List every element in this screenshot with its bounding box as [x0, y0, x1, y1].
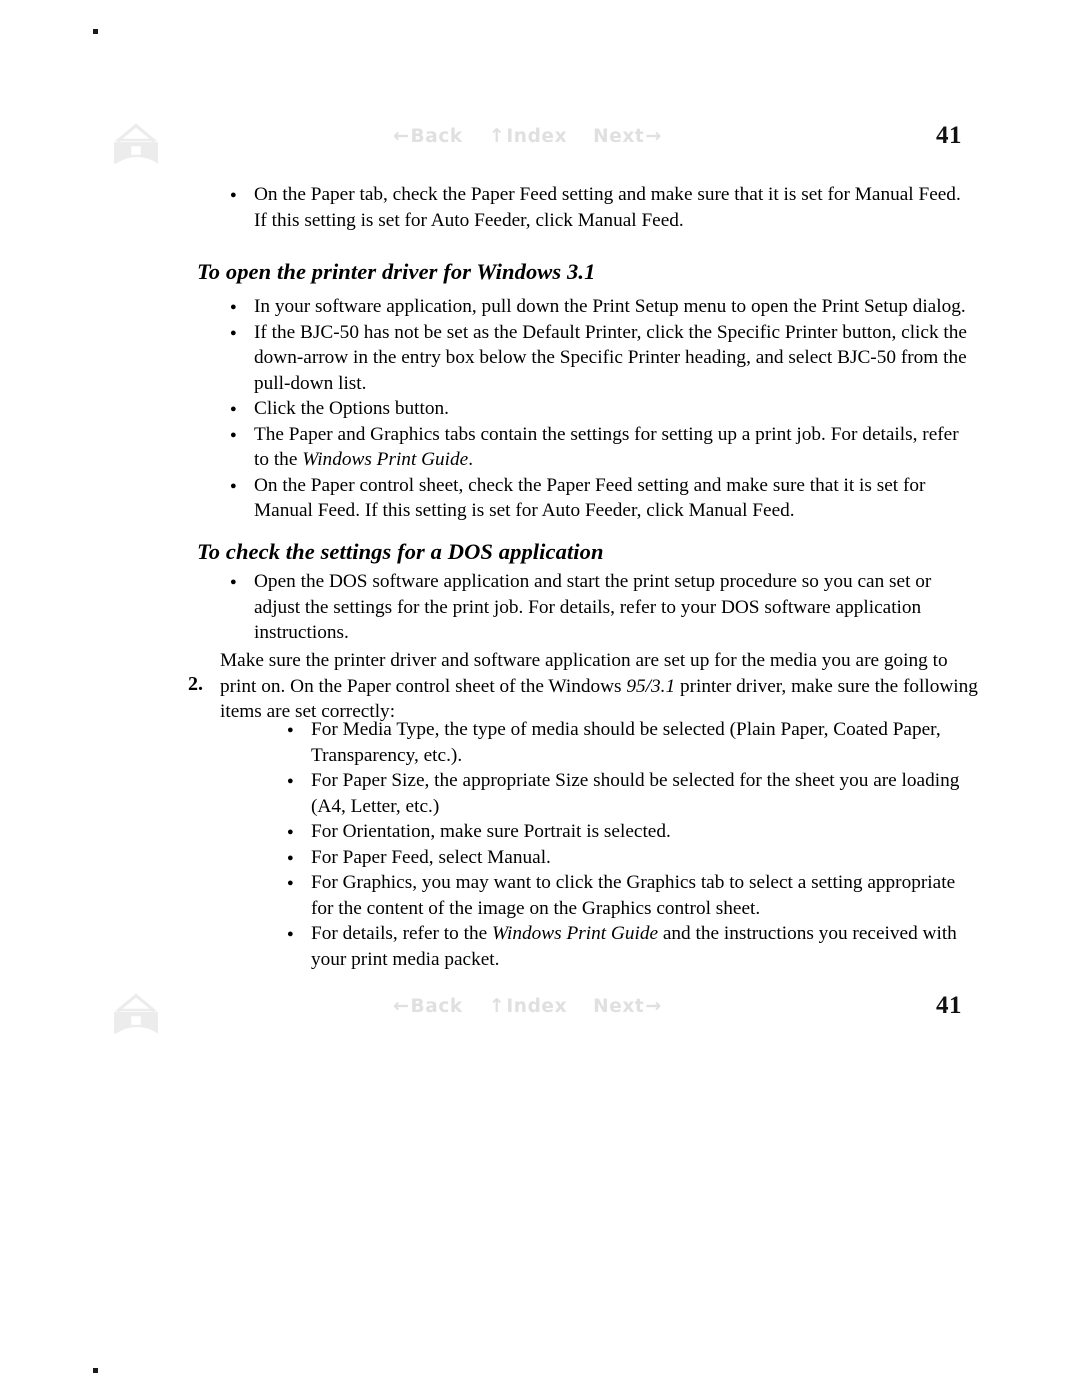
- list-item: Click the Options button.: [228, 396, 968, 422]
- arrow-up-icon: ↑: [488, 995, 506, 1017]
- arrow-right-icon: →: [645, 995, 662, 1017]
- nav-links-top: ← Back ↑ Index Next →: [393, 126, 662, 147]
- windows-print-guide-reference: Windows Print Guide: [302, 449, 469, 470]
- nav-index-button[interactable]: ↑ Index: [489, 996, 567, 1017]
- arrow-left-icon: ←: [393, 995, 410, 1017]
- windows-print-guide-reference: Windows Print Guide: [491, 923, 659, 944]
- list-item-text-post: .: [468, 449, 474, 470]
- navigation-bar-top: ← Back ↑ Index Next → 41: [0, 116, 1080, 172]
- home-icon[interactable]: [112, 993, 160, 1035]
- arrow-up-icon: ↑: [488, 125, 506, 147]
- nav-back-button[interactable]: ← Back: [393, 996, 463, 1017]
- corner-mark-top: [93, 29, 98, 34]
- list-item: For Orientation, make sure Portrait is s…: [285, 819, 975, 845]
- list-item: On the Paper control sheet, check the Pa…: [228, 473, 968, 524]
- page-number-top: 41: [936, 122, 962, 149]
- nav-back-button[interactable]: ← Back: [393, 126, 463, 147]
- arrow-right-icon: →: [645, 125, 662, 147]
- step-number: 2.: [188, 673, 203, 695]
- home-icon[interactable]: [112, 123, 160, 165]
- corner-mark-bottom: [93, 1368, 98, 1373]
- list-item: For Media Type, the type of media should…: [285, 717, 975, 768]
- nav-next-label: Next: [593, 126, 645, 147]
- step-2-bullet-list: For Media Type, the type of media should…: [285, 717, 975, 972]
- list-item: If the BJC-50 has not be set as the Defa…: [228, 320, 968, 397]
- numbered-step-2: 2. Make sure the printer driver and soft…: [188, 648, 978, 725]
- arrow-left-icon: ←: [393, 125, 410, 147]
- nav-index-button[interactable]: ↑ Index: [489, 126, 567, 147]
- windows-version-reference: 95/3.1: [626, 675, 676, 697]
- dos-bullet-list: Open the DOS software application and st…: [228, 569, 968, 646]
- nav-next-button[interactable]: Next →: [593, 126, 662, 147]
- list-item-text-pre: For details, refer to the: [311, 923, 492, 944]
- list-item: On the Paper tab, check the Paper Feed s…: [228, 182, 968, 233]
- section-heading-windows31: To open the printer driver for Windows 3…: [197, 259, 596, 284]
- list-item: For details, refer to the Windows Print …: [285, 921, 975, 972]
- nav-back-label: Back: [410, 996, 463, 1017]
- list-item: Open the DOS software application and st…: [228, 569, 968, 646]
- list-item: The Paper and Graphics tabs contain the …: [228, 422, 968, 473]
- navigation-bar-bottom: ← Back ↑ Index Next → 41: [0, 986, 1080, 1042]
- nav-next-label: Next: [593, 996, 645, 1017]
- list-item: For Graphics, you may want to click the …: [285, 870, 975, 921]
- nav-links-bottom: ← Back ↑ Index Next →: [393, 996, 662, 1017]
- section-heading-dos: To check the settings for a DOS applicat…: [197, 539, 604, 564]
- step-text: Make sure the printer driver and softwar…: [220, 648, 978, 725]
- list-item: For Paper Size, the appropriate Size sho…: [285, 768, 975, 819]
- document-page: ←Back ↑Index Next→ 41 On the Paper tab, …: [0, 0, 1080, 1397]
- nav-next-button[interactable]: Next →: [593, 996, 662, 1017]
- windows31-bullet-list: In your software application, pull down …: [228, 294, 968, 524]
- list-item: For Paper Feed, select Manual.: [285, 845, 975, 871]
- intro-bullet-list: On the Paper tab, check the Paper Feed s…: [228, 182, 968, 233]
- nav-back-label: Back: [410, 126, 463, 147]
- page-number-bottom: 41: [936, 992, 962, 1019]
- nav-index-label: Index: [506, 996, 568, 1017]
- nav-index-label: Index: [506, 126, 568, 147]
- list-item: In your software application, pull down …: [228, 294, 968, 320]
